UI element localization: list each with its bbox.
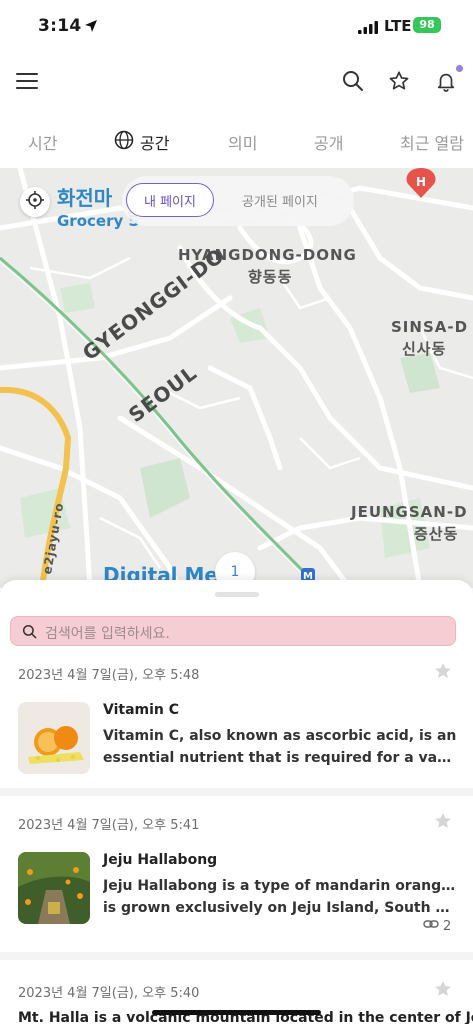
search-placeholder: 검색어를 입력하세요.	[45, 626, 170, 642]
app-header	[0, 52, 473, 110]
entry-description: Jeju Hallabong is a type of mandarin ora…	[103, 875, 458, 919]
favorite-star-icon[interactable]	[433, 811, 453, 835]
tab-meaning[interactable]: 의미	[228, 130, 257, 154]
map-label-hyangdong-korean: 향동동	[248, 268, 293, 286]
home-indicator	[152, 1010, 321, 1015]
entry-title: Jeju Hallabong	[103, 852, 218, 868]
sheet-grab-handle[interactable]	[215, 592, 259, 597]
map-label-sinsa-korean: 신사동	[402, 340, 447, 358]
entry-date: 2023년 4월 7일(금), 오후 5:41	[18, 818, 200, 833]
entry-title: Vitamin C	[103, 702, 180, 718]
hospital-marker: H	[416, 175, 426, 189]
map-roads: H M	[0, 168, 473, 588]
entry-date: 2023년 4월 7일(금), 오후 5:48	[18, 668, 200, 683]
favorite-star-icon[interactable]	[433, 982, 453, 1003]
link-icon	[423, 918, 439, 934]
divider	[0, 788, 473, 796]
battery-indicator: 98	[413, 17, 441, 33]
entry-description-line: essential nutrient that is required for …	[103, 750, 458, 766]
entry-description-line: Vitamin C, also known as ascorbic acid, …	[103, 728, 457, 744]
bell-icon[interactable]	[433, 68, 459, 94]
signal-icon	[358, 19, 380, 38]
crosshair-icon	[25, 190, 45, 214]
network-type: LTE	[384, 17, 412, 35]
map-place-korean: 화전마	[57, 186, 113, 210]
map-label-jeungsan-korean: 증산동	[414, 525, 459, 543]
map-view[interactable]: H M 화전마 Grocery S HYANGDONG-DONG 향동동 GYE…	[0, 168, 473, 588]
star-icon[interactable]	[386, 68, 412, 94]
list-item[interactable]: 2023년 4월 7일(금), 오후 5:48 Vitamin C Vitami…	[0, 661, 473, 784]
link-count: 2	[443, 918, 452, 934]
entry-description-line: Jeju Hallabong is a type of mandarin ora…	[103, 878, 458, 894]
tab-recent[interactable]: 최근 열람	[400, 130, 464, 154]
list-item[interactable]: 2023년 4월 7일(금), 오후 5:41 Jeju Hallabong J…	[0, 811, 473, 938]
tab-space-label: 공간	[140, 134, 170, 153]
menu-icon[interactable]	[14, 68, 40, 94]
tab-space[interactable]: 공간	[114, 130, 169, 154]
map-label-sinsa: SINSA-D	[391, 318, 469, 336]
search-field[interactable]: 검색어를 입력하세요.	[10, 616, 456, 646]
globe-icon	[114, 130, 134, 154]
my-pages-toggle[interactable]: 내 페이지	[126, 183, 214, 217]
status-bar: 3:14 LTE 98	[0, 0, 473, 52]
tab-time[interactable]: 시간	[28, 130, 57, 154]
favorite-star-icon[interactable]	[433, 661, 453, 685]
tab-public[interactable]: 공개	[314, 130, 343, 154]
search-icon	[22, 624, 37, 643]
view-tabs: 시간 공간 의미 공개 최근 열람	[0, 110, 473, 168]
linked-count[interactable]: 2	[423, 918, 451, 934]
current-location-button[interactable]	[20, 187, 50, 217]
location-arrow-icon	[84, 18, 98, 37]
page-filter-segment: 내 페이지 공개된 페이지	[122, 176, 354, 226]
citrus-orchard-thumbnail	[18, 852, 90, 924]
results-sheet: 검색어를 입력하세요. 2023년 4월 7일(금), 오후 5:48 Vita…	[0, 580, 473, 1024]
map-label-jeungsan: JEUNGSAN-D	[351, 503, 468, 521]
notification-dot	[456, 65, 463, 72]
entry-description: Vitamin C, also known as ascorbic acid, …	[103, 725, 458, 769]
entry-description-line: is grown exclusively on Jeju Island, Sou…	[103, 900, 458, 916]
entry-date: 2023년 4월 7일(금), 오후 5:40	[18, 986, 200, 1001]
public-pages-toggle[interactable]: 공개된 페이지	[242, 183, 318, 217]
search-icon[interactable]	[340, 68, 366, 94]
divider	[0, 952, 473, 960]
orange-slices-thumbnail	[18, 702, 90, 774]
status-time: 3:14	[38, 16, 82, 36]
list-item[interactable]: 2023년 4월 7일(금), 오후 5:40 Mt. Halla is a v…	[0, 982, 473, 1024]
